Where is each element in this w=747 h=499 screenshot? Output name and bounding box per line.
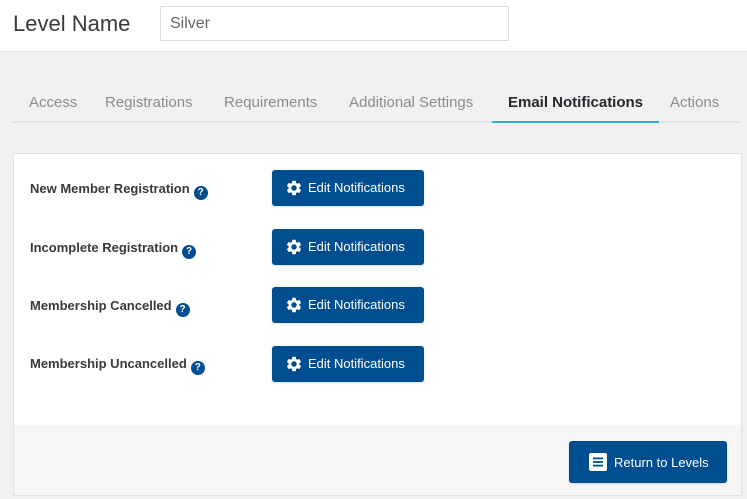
edit-notifications-button[interactable]: Edit Notifications (272, 229, 424, 265)
question-circle-icon[interactable]: ? (193, 186, 208, 200)
notification-label: Membership Cancelled (30, 298, 172, 313)
tab-registrations[interactable]: Registrations (105, 84, 193, 123)
email-notifications-panel: New Member Registration? Edit Notificati… (13, 153, 742, 496)
return-to-levels-label: Return to Levels (614, 454, 709, 470)
level-tabs: Access Registrations Requirements Additi… (13, 84, 741, 123)
notification-label: New Member Registration (30, 181, 190, 196)
level-name-label: Level Name (13, 11, 131, 36)
gear-icon (286, 356, 302, 372)
edit-notifications-button[interactable]: Edit Notifications (272, 346, 424, 382)
edit-notifications-label: Edit Notifications (308, 180, 405, 195)
top-bar: Level Name (0, 0, 747, 52)
level-name-input[interactable] (160, 6, 509, 41)
notification-row-label: Membership Uncancelled? (30, 355, 205, 375)
question-circle-icon[interactable]: ? (175, 303, 190, 317)
notification-label: Membership Uncancelled (30, 356, 187, 371)
question-circle-icon[interactable]: ? (190, 361, 205, 375)
notification-row-label: New Member Registration? (30, 180, 208, 200)
notification-row-label: Incomplete Registration? (30, 239, 197, 259)
gear-icon (286, 297, 302, 313)
edit-notifications-button[interactable]: Edit Notifications (272, 287, 424, 323)
notification-label: Incomplete Registration (30, 240, 179, 255)
edit-notifications-label: Edit Notifications (308, 297, 405, 312)
list-icon (589, 453, 607, 471)
tab-access[interactable]: Access (29, 84, 77, 123)
tab-requirements[interactable]: Requirements (224, 84, 317, 123)
question-circle-icon[interactable]: ? (182, 245, 197, 259)
tab-email-notifications[interactable]: Email Notifications (492, 84, 660, 123)
edit-notifications-button[interactable]: Edit Notifications (272, 170, 424, 206)
edit-notifications-label: Edit Notifications (308, 356, 405, 371)
tab-additional-settings[interactable]: Additional Settings (349, 84, 473, 123)
edit-notifications-label: Edit Notifications (308, 239, 405, 254)
gear-icon (286, 239, 302, 255)
return-to-levels-button[interactable]: Return to Levels (569, 441, 727, 483)
gear-icon (286, 180, 302, 196)
notification-row-label: Membership Cancelled? (30, 297, 190, 317)
tab-actions[interactable]: Actions (670, 84, 719, 123)
